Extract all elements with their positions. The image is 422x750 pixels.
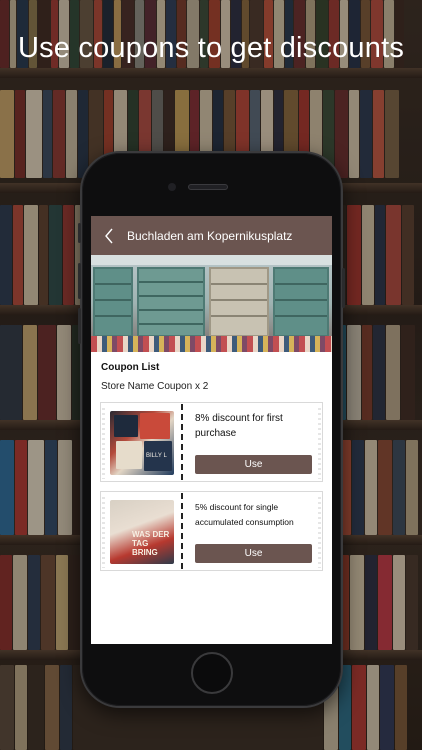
- coupon-image: WAS DER TAG BRING: [110, 500, 174, 564]
- store-banner-image: [91, 255, 332, 352]
- app-screen: Buchladen am Kopernikusplatz Coupon List…: [91, 216, 332, 644]
- coupon-card: BILLY L 8% discount for first purchase U…: [100, 402, 323, 482]
- mute-switch: [78, 223, 81, 243]
- use-coupon-button[interactable]: Use: [195, 455, 312, 474]
- coupon-card: WAS DER TAG BRING 5% discount for single…: [100, 491, 323, 571]
- volume-down-button: [78, 308, 81, 344]
- navigation-bar: Buchladen am Kopernikusplatz: [91, 216, 332, 255]
- store-coupon-count: Store Name Coupon x 2: [101, 381, 209, 392]
- power-button: [342, 268, 345, 308]
- coupon-description: 5% discount for single accumulated consu…: [195, 502, 294, 527]
- back-button[interactable]: [91, 216, 127, 255]
- front-camera: [168, 183, 176, 191]
- use-coupon-button[interactable]: Use: [195, 544, 312, 563]
- volume-up-button: [78, 263, 81, 299]
- chevron-left-icon: [105, 228, 113, 243]
- headline: Use coupons to get discounts: [17, 32, 405, 64]
- coupon-list-title: Coupon List: [101, 362, 160, 373]
- phone-mockup: Buchladen am Kopernikusplatz Coupon List…: [78, 151, 345, 708]
- coupon-image-caption: WAS DER TAG BRING: [132, 530, 170, 557]
- store-title: Buchladen am Kopernikusplatz: [127, 228, 293, 243]
- home-button[interactable]: [191, 652, 233, 694]
- coupon-image: BILLY L: [110, 411, 174, 475]
- coupon-image-caption: BILLY L: [146, 453, 167, 459]
- earpiece-speaker: [188, 184, 228, 190]
- coupon-description: 8% discount for first purchase: [195, 413, 283, 439]
